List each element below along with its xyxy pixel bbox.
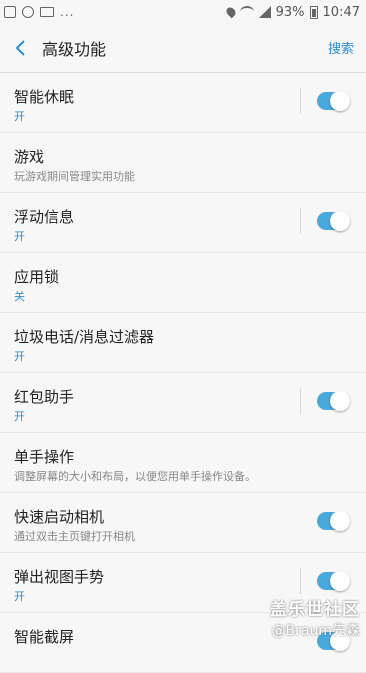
toggle-knob [330, 211, 350, 231]
screen-icon [40, 7, 54, 17]
page-title: 高级功能 [42, 40, 107, 59]
settings-row[interactable]: 浮动信息开 [0, 193, 366, 253]
toggle-switch[interactable] [317, 211, 350, 231]
setting-label: 游戏 [14, 148, 45, 166]
watermark-site: 盖乐世社区 [270, 600, 360, 620]
setting-label: 智能休眠 [14, 88, 75, 106]
settings-row[interactable]: 垃圾电话/消息过滤器开 [0, 313, 366, 373]
setting-subtitle: 开 [14, 230, 25, 243]
toggle-switch[interactable] [317, 571, 350, 591]
globe-icon [22, 6, 34, 18]
setting-subtitle: 通过双击主页键打开相机 [14, 530, 135, 543]
setting-subtitle: 开 [14, 410, 25, 423]
wifi-icon [239, 6, 254, 18]
search-button[interactable]: 搜索 [328, 38, 354, 57]
setting-label: 应用锁 [14, 268, 60, 286]
signal-icon [258, 6, 271, 18]
watermark-author: @Braum先森 [271, 623, 360, 639]
location-icon [224, 5, 237, 19]
toggle-switch[interactable] [317, 91, 350, 111]
settings-list: 智能休眠开游戏 玩游戏期间管理实用功能 浮动信息开应用锁关垃圾电话/消息过滤器开红包… [0, 73, 366, 673]
battery-percent: 93% [275, 4, 305, 20]
setting-label: 快速启动相机 [14, 508, 105, 526]
watermark: 盖乐世社区 @Braum先森 [270, 595, 360, 640]
setting-label: 弹出视图手势 [14, 568, 105, 586]
setting-label: 浮动信息 [14, 208, 75, 226]
toggle-knob [330, 91, 350, 111]
setting-subtitle: 开 [14, 110, 25, 123]
setting-subtitle: 关 [14, 290, 25, 303]
setting-label: 垃圾电话/消息过滤器 [14, 328, 155, 346]
gallery-icon [4, 6, 16, 18]
row-divider [300, 568, 301, 594]
toggle-switch[interactable] [317, 391, 350, 411]
setting-label: 单手操作 [14, 448, 75, 466]
settings-row[interactable]: 单手操作调整屏幕的大小和布局，以便您用单手操作设备。 [0, 433, 366, 493]
settings-row[interactable]: 快速启动相机通过双击主页键打开相机 [0, 493, 366, 553]
row-divider [300, 208, 301, 234]
setting-subtitle: 开 [14, 350, 25, 363]
settings-row[interactable]: 智能休眠开 [0, 73, 366, 133]
setting-label: 红包助手 [14, 388, 75, 406]
setting-subtitle: 玩游戏期间管理实用功能 [14, 170, 135, 183]
row-divider [300, 88, 301, 114]
app-bar: 高级功能 搜索 [0, 24, 366, 73]
toggle-knob [330, 391, 350, 411]
settings-row[interactable]: 应用锁关 [0, 253, 366, 313]
row-divider [300, 388, 301, 414]
status-bar: ... 93% 10:47 [0, 0, 366, 24]
setting-label: 智能截屏 [14, 628, 75, 646]
back-icon[interactable] [12, 39, 30, 57]
setting-subtitle: 开 [14, 590, 25, 603]
setting-subtitle: 调整屏幕的大小和布局，以便您用单手操作设备。 [14, 470, 256, 483]
toggle-knob [330, 511, 350, 531]
toggle-switch[interactable] [317, 511, 350, 531]
settings-row[interactable]: 红包助手开 [0, 373, 366, 433]
settings-row[interactable]: 游戏玩游戏期间管理实用功能 [0, 133, 366, 193]
toggle-knob [330, 571, 350, 591]
status-dots: ... [60, 5, 75, 19]
clock: 10:47 [322, 4, 360, 20]
battery-icon [309, 5, 318, 19]
